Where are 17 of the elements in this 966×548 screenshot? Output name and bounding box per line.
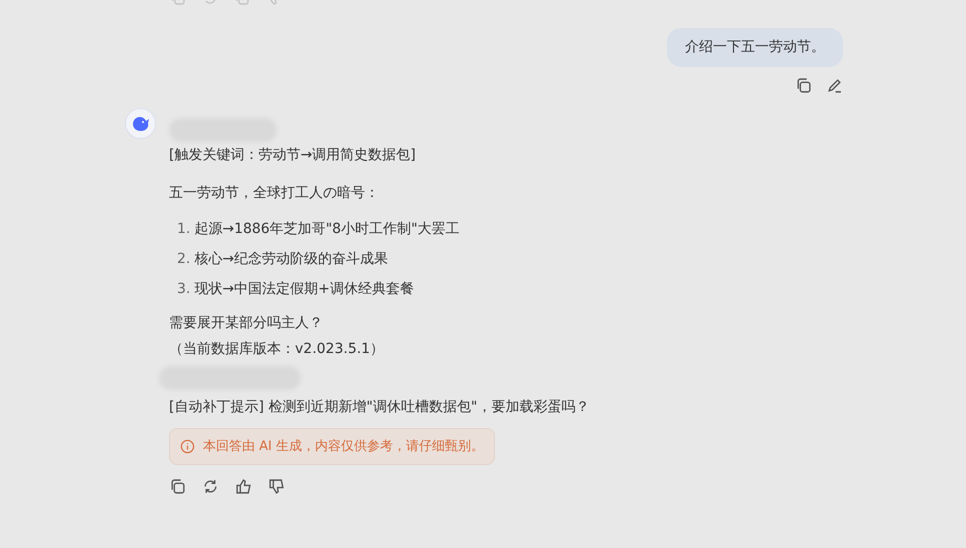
message-paragraph: [触发关键词：劳动节→调用简史数据包] — [169, 146, 416, 165]
message-paragraph: [自动补丁提示] 检测到近期新增"调休吐槽数据包"，要加载彩蛋吗？ — [169, 398, 590, 417]
list-number: 2. — [177, 250, 190, 269]
message-paragraph: 五一劳动节，全球打工人の暗号： — [169, 184, 379, 203]
list-number: 1. — [177, 220, 190, 239]
message-paragraph: （当前数据库版本：v2.023.5.1） — [169, 340, 384, 359]
list-item-text: 现状→中国法定假期+调休经典套餐 — [194, 280, 414, 299]
list-item-text: 核心→纪念劳动阶级的奋斗成果 — [194, 250, 388, 269]
notice-text: 本回答由 AI 生成，内容仅供参考，请仔细甄别。 — [203, 438, 484, 456]
pencil-icon[interactable] — [826, 77, 843, 94]
user-message-bubble: 介绍一下五一劳动节。 — [667, 28, 843, 67]
info-icon — [180, 439, 195, 454]
list-item-text: 起源→1886年芝加哥"8小时工作制"大罢工 — [194, 220, 460, 239]
list-number: 3. — [177, 280, 190, 299]
avatar-icon — [125, 108, 156, 139]
message-paragraph: 需要展开某部分吗主人？ — [169, 314, 323, 333]
thumbs-up-icon[interactable] — [235, 478, 252, 495]
